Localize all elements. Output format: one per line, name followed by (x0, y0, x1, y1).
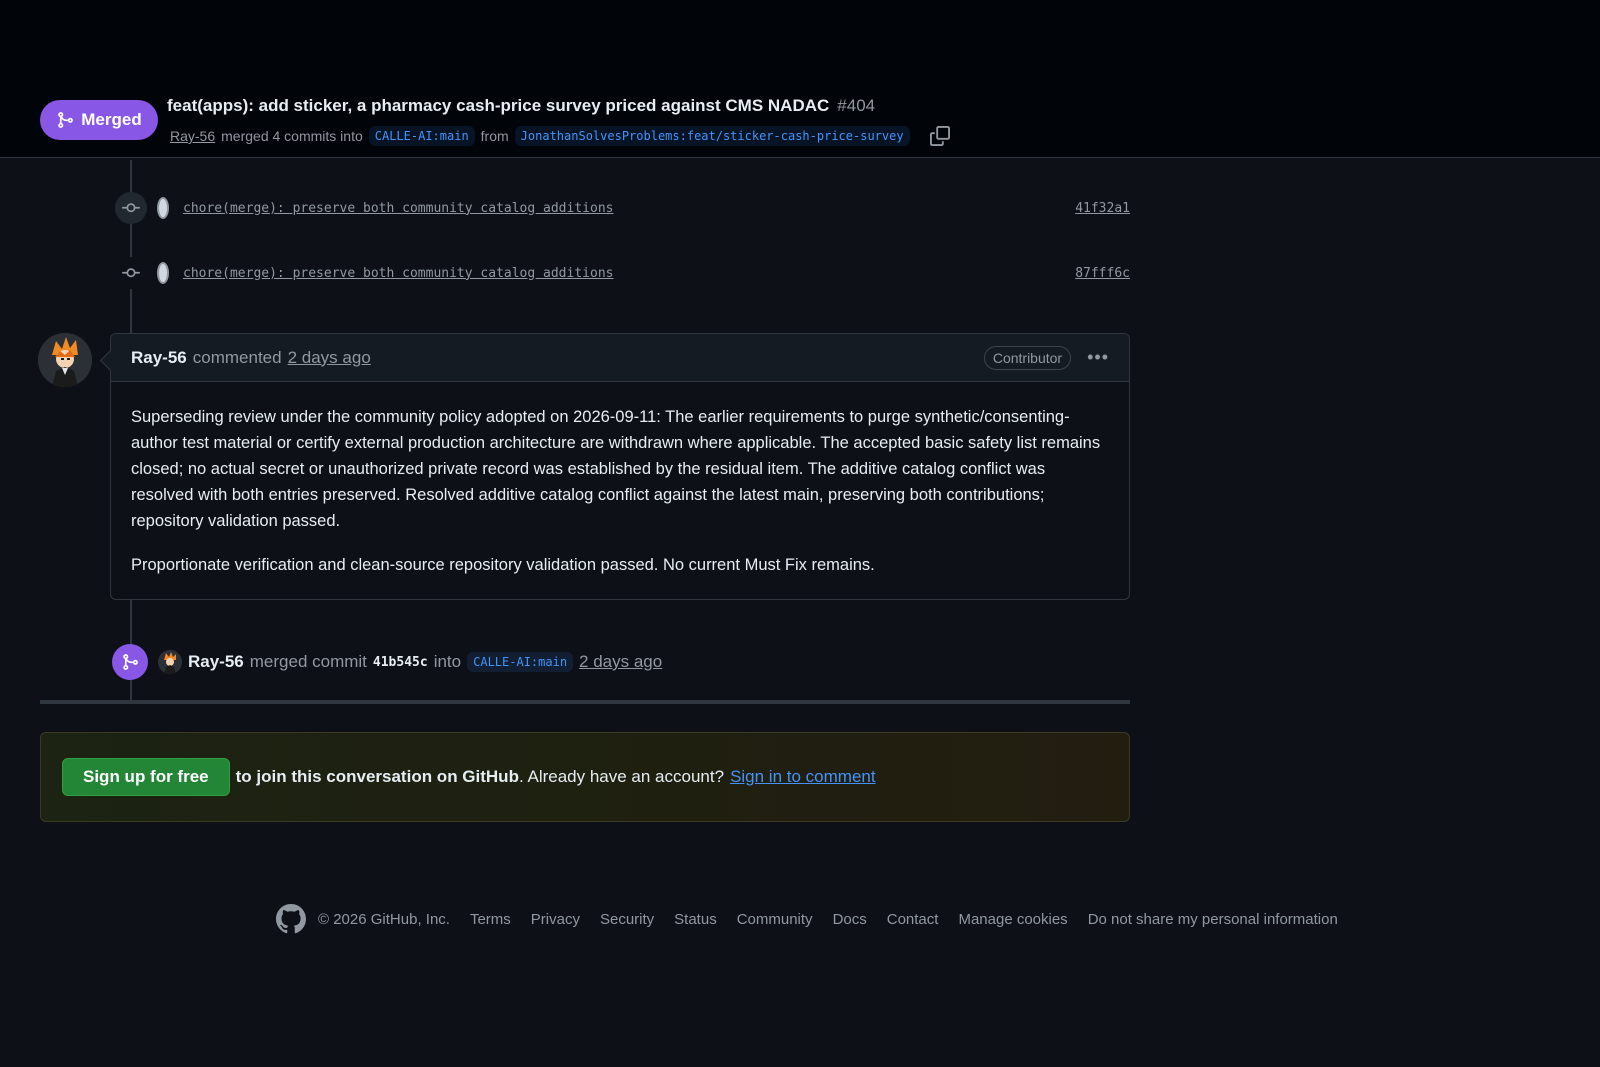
signin-link[interactable]: Sign in to comment (730, 767, 876, 787)
pr-title: feat(apps): add sticker, a pharmacy cash… (167, 96, 875, 116)
commit-row: chore(merge): preserve both community ca… (115, 192, 1130, 224)
avatar-illustration-icon (38, 333, 92, 387)
comment-author-avatar[interactable] (38, 333, 92, 387)
pr-sticky-header: Merged feat(apps): add sticker, a pharma… (0, 0, 1600, 158)
page: Merged feat(apps): add sticker, a pharma… (0, 0, 1600, 1067)
comment-box: Ray-56 commented 2 days ago Contributor … (110, 333, 1130, 600)
timeline-end-divider (40, 700, 1130, 704)
merge-event: Ray-56 merged commit 41b545c into CALLE-… (112, 644, 662, 680)
commit-node (115, 257, 147, 289)
footer-link-status[interactable]: Status (674, 911, 717, 928)
git-merge-icon (123, 654, 138, 670)
footer-link-privacy[interactable]: Privacy (531, 911, 580, 928)
git-commit-icon (122, 268, 140, 278)
merge-target-branch[interactable]: CALLE-AI:main (467, 652, 574, 672)
footer-link-security[interactable]: Security (600, 911, 654, 928)
footer-link-contact[interactable]: Contact (887, 911, 939, 928)
merger-avatar[interactable] (158, 650, 182, 674)
merge-commit-sha-link[interactable]: 41b545c (373, 655, 428, 670)
avatar-illustration-icon (158, 650, 182, 674)
footer-link-do-not-share[interactable]: Do not share my personal information (1088, 911, 1338, 928)
footer-link-docs[interactable]: Docs (833, 911, 867, 928)
comment-timestamp-link[interactable]: 2 days ago (288, 348, 371, 368)
signup-button[interactable]: Sign up for free (62, 758, 230, 796)
merge-action: merged commit (249, 652, 367, 671)
pr-number: #404 (837, 96, 876, 115)
base-branch[interactable]: CALLE-AI:main (368, 126, 475, 146)
github-logo-icon[interactable] (276, 904, 306, 934)
footer: © 2026 GitHub, Inc. Terms Privacy Securi… (276, 904, 1338, 934)
commit-sha-link[interactable]: 41f32a1 (1075, 201, 1130, 216)
from-text: from (480, 128, 509, 144)
merged-status-badge: Merged (40, 100, 158, 140)
copy-icon[interactable] (929, 126, 950, 146)
comment-paragraph: Superseding review under the community p… (131, 408, 1101, 530)
pr-meta: Ray-56 merged 4 commits into CALLE-AI:ma… (170, 124, 950, 148)
commit-message-link[interactable]: chore(merge): preserve both community ca… (183, 201, 613, 216)
footer-link-manage-cookies[interactable]: Manage cookies (958, 911, 1067, 928)
comment-author-link[interactable]: Ray-56 (131, 348, 187, 368)
signup-prompt: Sign up for free to join this conversati… (40, 732, 1130, 822)
comment-action: commented (192, 347, 282, 367)
merge-into-text: into (433, 652, 462, 671)
commit-sha-link[interactable]: 87fff6c (1075, 266, 1130, 281)
comment-header: Ray-56 commented 2 days ago Contributor … (111, 334, 1129, 382)
signup-rest-text: . Already have an account? (518, 767, 725, 786)
comment-body: Superseding review under the community p… (111, 382, 1129, 578)
merged-commits-text: merged 4 commits into (221, 128, 363, 144)
merge-node (112, 644, 148, 680)
commit-author-avatar[interactable] (157, 197, 169, 219)
pr-author-link[interactable]: Ray-56 (170, 128, 215, 144)
kebab-horizontal-icon[interactable]: ••• (1087, 347, 1109, 368)
timeline-line-top (130, 160, 132, 334)
commit-node (115, 192, 147, 224)
merger-link[interactable]: Ray-56 (188, 652, 244, 672)
merged-label: Merged (81, 110, 142, 129)
commit-author-avatar[interactable] (157, 262, 169, 284)
footer-link-terms[interactable]: Terms (470, 911, 511, 928)
comment-paragraph: Proportionate verification and clean-sou… (131, 556, 875, 574)
footer-copyright: © 2026 GitHub, Inc. (318, 910, 450, 928)
merge-timestamp-link[interactable]: 2 days ago (579, 652, 662, 672)
footer-link-community[interactable]: Community (737, 911, 813, 928)
contributor-badge: Contributor (983, 345, 1072, 370)
head-branch[interactable]: JonathanSolvesProblems:feat/sticker-cash… (514, 126, 910, 146)
commit-row: chore(merge): preserve both community ca… (115, 257, 1130, 289)
commit-message-link[interactable]: chore(merge): preserve both community ca… (183, 266, 613, 281)
pr-title-text: feat(apps): add sticker, a pharmacy cash… (167, 96, 830, 115)
signup-strong-text: to join this conversation on GitHub (235, 767, 519, 786)
git-commit-icon (122, 203, 140, 213)
git-merge-icon (58, 112, 74, 128)
